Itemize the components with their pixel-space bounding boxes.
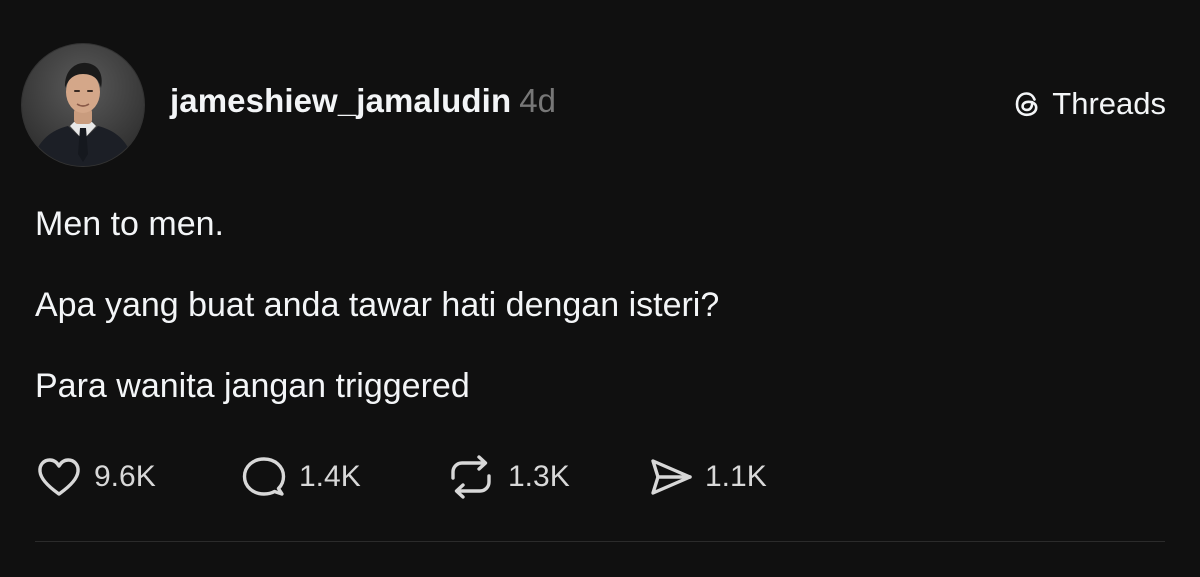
heart-icon	[35, 455, 83, 499]
like-count: 9.6K	[94, 460, 156, 493]
repost-button[interactable]: 1.3K	[445, 454, 648, 500]
threads-brand-badge[interactable]: Threads	[1010, 86, 1166, 122]
speech-bubble-icon	[240, 454, 288, 500]
post-author-line: jameshiew_jamaludin 4d	[170, 82, 556, 120]
repost-arrows-icon	[445, 454, 497, 500]
share-button[interactable]: 1.1K	[648, 455, 808, 499]
post-divider	[35, 541, 1165, 542]
reply-button[interactable]: 1.4K	[240, 454, 445, 500]
post-body: Men to men. Apa yang buat anda tawar hat…	[35, 203, 1155, 446]
avatar-portrait-image	[22, 44, 144, 166]
paper-plane-icon	[648, 455, 694, 499]
post-text-line: Men to men.	[35, 205, 224, 243]
post-timestamp: 4d	[519, 82, 557, 119]
username-link[interactable]: jameshiew_jamaludin	[170, 82, 511, 119]
like-button[interactable]: 9.6K	[35, 455, 240, 499]
post-text-line: Apa yang buat anda tawar hati dengan ist…	[35, 286, 720, 324]
share-count: 1.1K	[705, 460, 767, 493]
post-actions-bar: 9.6K 1.4K 1.3K 1.1K	[35, 452, 808, 502]
post-text-line: Para wanita jangan triggered	[35, 367, 470, 405]
threads-brand-label: Threads	[1052, 86, 1166, 121]
threads-logo-icon	[1010, 87, 1044, 121]
repost-count: 1.3K	[508, 460, 570, 493]
threads-post-card: jameshiew_jamaludin 4d Threads Men to men…	[0, 0, 1200, 577]
reply-count: 1.4K	[299, 460, 361, 493]
avatar[interactable]	[22, 44, 144, 166]
